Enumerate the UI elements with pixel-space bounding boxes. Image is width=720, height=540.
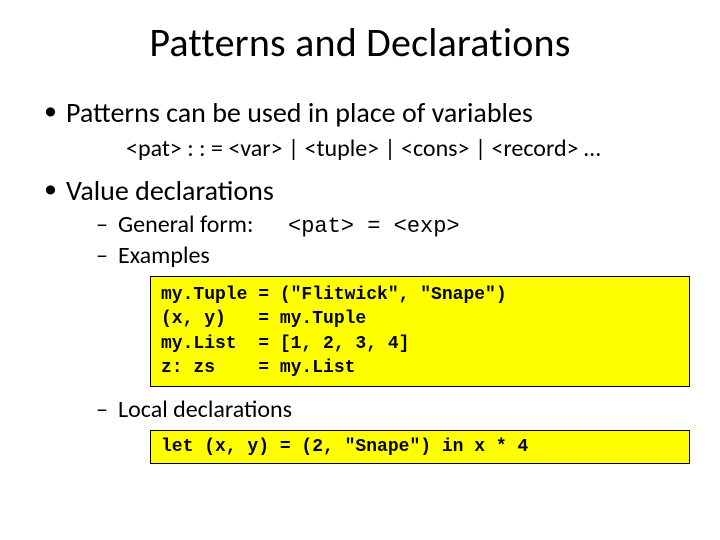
bullet-list: Patterns can be used in place of variabl… bbox=[40, 95, 680, 464]
code-block-local: let (x, y) = (2, "Snape") in x * 4 bbox=[150, 430, 690, 464]
general-form-label: General form: bbox=[118, 210, 288, 239]
sub-general-form: General form: <pat> = <exp> bbox=[96, 210, 680, 239]
local-decl-label: Local declarations bbox=[118, 395, 292, 424]
bullet-patterns-text: Patterns can be used in place of variabl… bbox=[66, 95, 533, 130]
sub-list: General form: <pat> = <exp> Examples bbox=[66, 210, 680, 270]
examples-label: Examples bbox=[118, 241, 210, 270]
sub-local-decl: Local declarations bbox=[96, 395, 680, 424]
slide: Patterns and Declarations Patterns can b… bbox=[0, 0, 720, 540]
code-block-examples: my.Tuple = ("Flitwick", "Snape") (x, y) … bbox=[150, 276, 690, 387]
grammar-line: <pat> : : = <var> | <tuple> | <cons> | <… bbox=[126, 134, 680, 163]
bullet-value-decl-text: Value declarations bbox=[66, 173, 274, 208]
general-form-code: <pat> = <exp> bbox=[288, 214, 460, 239]
slide-title: Patterns and Declarations bbox=[40, 18, 680, 67]
sub-examples: Examples bbox=[96, 241, 680, 270]
sub-list-2: Local declarations bbox=[66, 395, 680, 424]
bullet-patterns: Patterns can be used in place of variabl… bbox=[40, 95, 680, 163]
bullet-value-decl: Value declarations General form: <pat> =… bbox=[40, 173, 680, 464]
